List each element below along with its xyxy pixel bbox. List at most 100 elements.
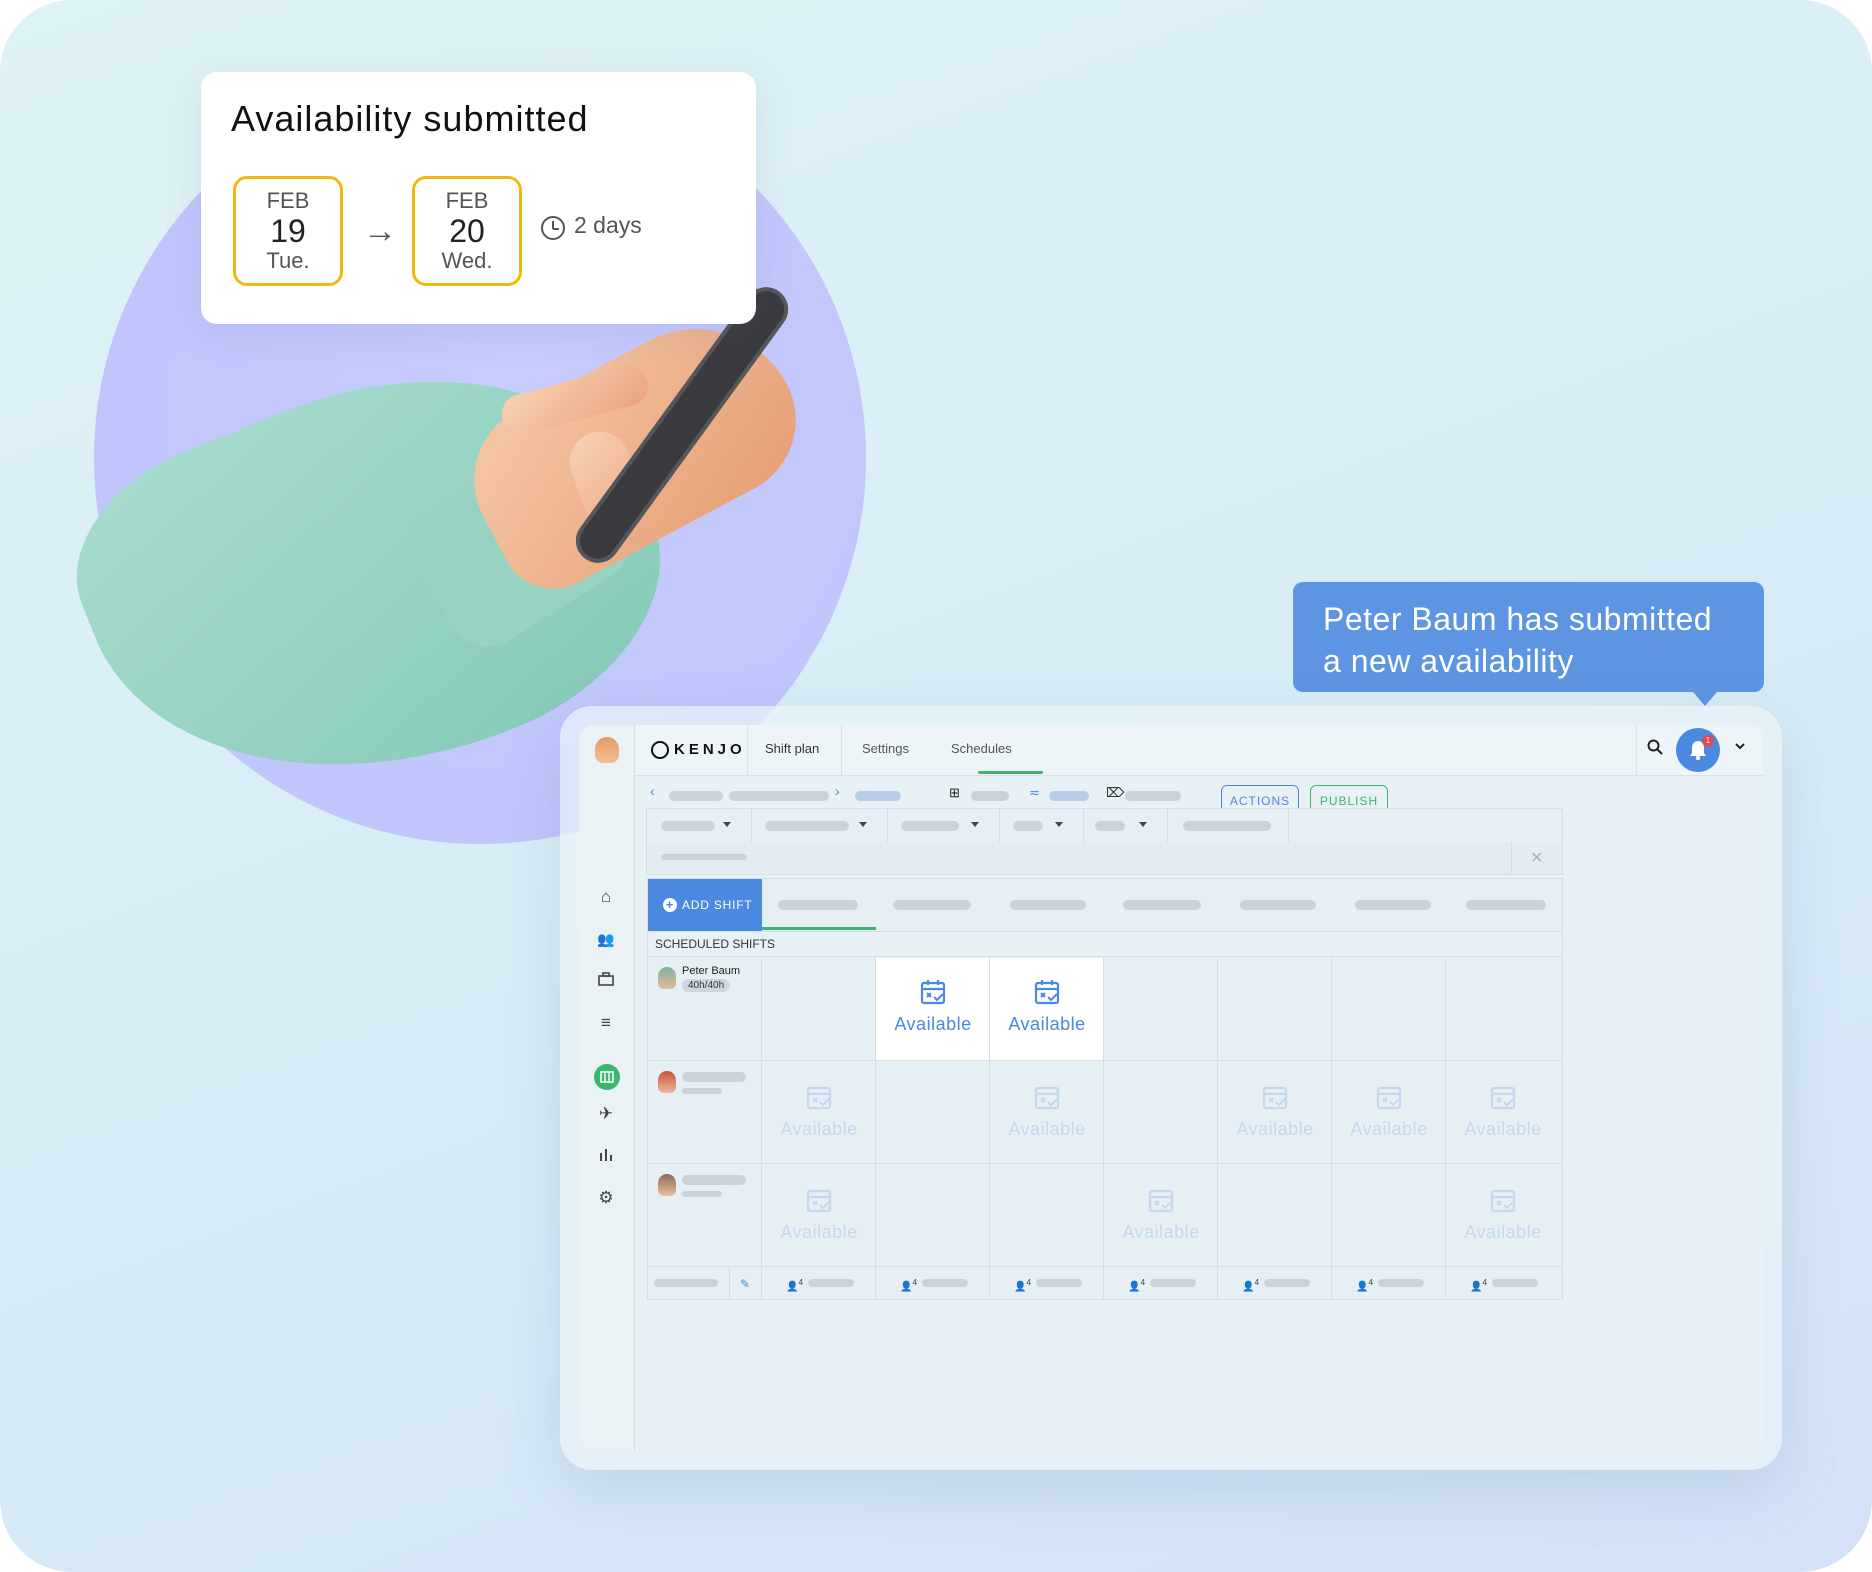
today-placeholder [855, 791, 901, 801]
tag-placeholder [1125, 791, 1181, 801]
available-slot[interactable]: Available [1446, 1083, 1560, 1140]
user-avatar[interactable] [595, 737, 619, 763]
date-range-placeholder [729, 791, 829, 801]
employee-hours-placeholder [682, 1088, 722, 1094]
week-indicator [762, 927, 876, 930]
sidebar: ⌂ 👥 ≡ ✈ ⚙ [579, 725, 635, 1451]
footer-placeholder [1150, 1279, 1196, 1287]
search-row[interactable]: ✕ [646, 842, 1563, 875]
tag-icon[interactable]: ⌦ [1106, 785, 1124, 801]
end-day: 20 [449, 213, 485, 249]
view-placeholder [971, 791, 1009, 801]
grid-line [729, 1267, 730, 1299]
plus-icon: + [663, 898, 677, 912]
filter-divider [1288, 809, 1289, 843]
briefcase-icon[interactable] [595, 970, 617, 992]
plane-icon[interactable]: ✈ [595, 1103, 617, 1125]
caret-down-icon[interactable] [971, 822, 979, 827]
home-icon[interactable]: ⌂ [595, 886, 617, 908]
filter-placeholder [1095, 821, 1125, 831]
available-slot[interactable]: Available [1446, 1186, 1560, 1243]
day-header-placeholder [1355, 900, 1431, 910]
chevron-left-icon[interactable]: ‹ [650, 783, 655, 799]
calendar-check-icon [1148, 1189, 1174, 1213]
notification-line-2: a new availability [1323, 643, 1574, 679]
list-icon[interactable]: ≡ [595, 1012, 617, 1034]
available-slot[interactable]: Available [990, 978, 1104, 1035]
footer-placeholder [1264, 1279, 1310, 1287]
tab-schedules[interactable]: Schedules [951, 741, 1012, 756]
chevron-down-icon[interactable] [1733, 739, 1747, 758]
calendar-check-icon [1034, 1086, 1060, 1110]
available-label: Available [1122, 1222, 1200, 1242]
caret-down-icon[interactable] [1055, 822, 1063, 827]
day-header-placeholder [1240, 900, 1316, 910]
add-shift-button[interactable]: + ADD SHIFT [648, 879, 762, 931]
search-placeholder [661, 854, 747, 860]
filter-divider [1167, 809, 1168, 843]
available-slot[interactable]: Available [1104, 1186, 1218, 1243]
footer-placeholder [922, 1279, 968, 1287]
available-slot[interactable]: Available [990, 1083, 1104, 1140]
filter-divider [887, 809, 888, 843]
filter-placeholder [1183, 821, 1271, 831]
bar-chart-icon[interactable] [595, 1145, 617, 1167]
bell-icon[interactable] [1676, 728, 1720, 772]
person-icon: 👤4 [1470, 1277, 1488, 1293]
calendar-grid-icon[interactable] [594, 1064, 620, 1090]
arrow-right-icon: → [363, 212, 397, 250]
footer-placeholder [1492, 1279, 1538, 1287]
person-icon: 👤4 [1128, 1277, 1146, 1293]
person-icon: 👤4 [786, 1277, 804, 1293]
available-label: Available [1464, 1222, 1542, 1242]
tab-shift-plan[interactable]: Shift plan [765, 741, 819, 756]
grid-line [648, 1266, 1562, 1267]
filter-placeholder [901, 821, 959, 831]
caret-down-icon[interactable] [1139, 822, 1147, 827]
filter-bar [646, 808, 1563, 844]
filter-icon[interactable]: ≂ [1029, 785, 1040, 801]
available-label: Available [894, 1014, 972, 1034]
people-icon[interactable]: 👥 [595, 928, 617, 950]
filter-placeholder [1013, 821, 1043, 831]
employee-name-placeholder [682, 1175, 746, 1185]
search-icon[interactable] [1647, 739, 1663, 760]
employee-hours-placeholder [682, 1191, 722, 1197]
availability-card: Availability submitted FEB 19 Tue. → FEB… [201, 72, 756, 324]
footer-count: 4 [798, 1277, 804, 1287]
chevron-right-icon[interactable]: › [835, 783, 840, 799]
available-slot[interactable]: Available [1218, 1083, 1332, 1140]
calendar-check-icon [920, 980, 946, 1005]
gear-icon[interactable]: ⚙ [595, 1187, 617, 1209]
footer-count: 4 [1140, 1277, 1146, 1287]
filter-divider [1083, 809, 1084, 843]
kenjo-logo: KENJO [674, 741, 746, 758]
available-label: Available [1236, 1119, 1314, 1139]
tab-settings[interactable]: Settings [862, 741, 909, 756]
duration-label: 2 days [574, 212, 642, 238]
available-slot[interactable]: Available [762, 1186, 876, 1243]
employee-name-placeholder [682, 1072, 746, 1082]
caret-down-icon[interactable] [859, 822, 867, 827]
available-slot[interactable]: Available [762, 1083, 876, 1140]
footer-count: 4 [1482, 1277, 1488, 1287]
kenjo-logo-icon [651, 741, 669, 759]
avatar [658, 1071, 676, 1093]
clock-icon [541, 216, 565, 240]
grid-line [648, 1060, 1562, 1061]
caret-down-icon[interactable] [723, 822, 731, 827]
employee-name: Peter Baum [682, 965, 741, 977]
calendar-check-icon [806, 1189, 832, 1213]
start-weekday: Tue. [266, 248, 310, 273]
pencil-icon[interactable]: ✎ [740, 1277, 750, 1291]
available-slot[interactable]: Available [1332, 1083, 1446, 1140]
close-icon[interactable]: ✕ [1530, 848, 1543, 868]
calendar-check-icon [806, 1086, 832, 1110]
layout-icon[interactable]: ⊞ [949, 785, 960, 801]
available-slot[interactable]: Available [876, 978, 990, 1035]
available-label: Available [780, 1222, 858, 1242]
start-day: 19 [270, 213, 306, 249]
person-icon: 👤4 [900, 1277, 918, 1293]
notification-tooltip: Peter Baum has submitted a new availabil… [1293, 582, 1764, 706]
calendar-check-icon [1376, 1086, 1402, 1110]
